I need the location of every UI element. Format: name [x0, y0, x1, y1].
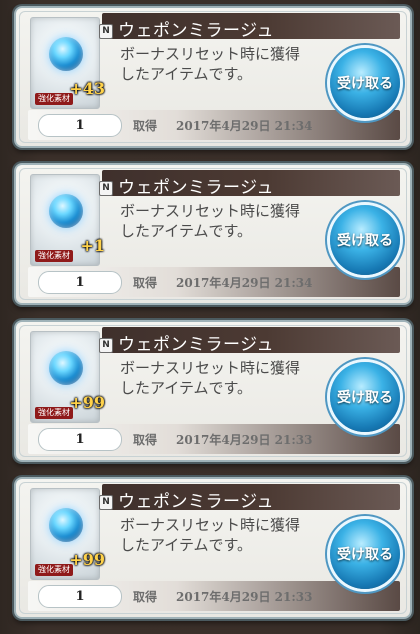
acquired-datetime: 2017年4月29日 21:34 [176, 119, 313, 133]
weapon-mirage-orb-icon [49, 194, 83, 228]
weapon-mirage-orb-icon [49, 351, 83, 385]
receive-button-label: 受け取る [337, 390, 393, 406]
receive-button[interactable]: 受け取る [330, 362, 400, 432]
weapon-mirage-orb-icon [49, 37, 83, 71]
enhance-material-tag: 強化素材 [35, 250, 73, 262]
item-thumbnail: N +1 強化素材 [30, 174, 113, 266]
item-description-line-2: したアイテムです。 [120, 536, 253, 554]
item-count-badge: +43 [69, 79, 105, 98]
acquired-datetime: 2017年4月29日 21:33 [176, 433, 313, 447]
item-thumbnail: N +43 強化素材 [30, 17, 113, 109]
item-thumbnail: N +99 強化素材 [30, 331, 113, 423]
item-count-badge: +99 [69, 393, 105, 412]
receive-button[interactable]: 受け取る [330, 48, 400, 118]
item-description-line-2: したアイテムです。 [120, 222, 253, 240]
item-name: ウェポンミラージュ [118, 178, 274, 198]
item-description: ボーナスリセット時に獲得 したアイテムです。 [120, 358, 330, 398]
rarity-n-icon: N [99, 181, 113, 196]
item-description-line-1: ボーナスリセット時に獲得 [120, 516, 301, 534]
receive-button-label: 受け取る [337, 547, 393, 563]
item-name-bar: ウェポンミラージュ [102, 13, 400, 41]
item-meta-bar: 1 取得 2017年4月29日 21:34 [28, 110, 400, 140]
item-name: ウェポンミラージュ [118, 335, 274, 355]
receive-button-label: 受け取る [337, 76, 393, 92]
item-count-badge: +99 [69, 550, 105, 569]
item-name-bar: ウェポンミラージュ [102, 327, 400, 355]
item-meta-bar: 1 取得 2017年4月29日 21:33 [28, 424, 400, 454]
item-name: ウェポンミラージュ [118, 492, 274, 512]
item-meta-bar: 1 取得 2017年4月29日 21:34 [28, 267, 400, 297]
item-description-line-1: ボーナスリセット時に獲得 [120, 359, 301, 377]
acquired-datetime: 2017年4月29日 21:34 [176, 276, 313, 290]
rarity-n-icon: N [99, 24, 113, 39]
enhance-material-tag: 強化素材 [35, 564, 73, 576]
item-meta-bar: 1 取得 2017年4月29日 21:33 [28, 581, 400, 611]
quantity-display: 1 [38, 114, 122, 137]
present-card: ウェポンミラージュ N +43 強化素材 ボーナスリセット時に獲得 したアイテム… [14, 6, 412, 148]
rarity-n-icon: N [99, 495, 113, 510]
enhance-material-tag: 強化素材 [35, 93, 73, 105]
acquired-label: 取得 [133, 276, 158, 290]
present-card: ウェポンミラージュ N +99 強化素材 ボーナスリセット時に獲得 したアイテム… [14, 320, 412, 462]
item-name-bar: ウェポンミラージュ [102, 484, 400, 512]
item-thumbnail: N +99 強化素材 [30, 488, 113, 580]
rarity-n-icon: N [99, 338, 113, 353]
receive-button[interactable]: 受け取る [330, 519, 400, 589]
item-description: ボーナスリセット時に獲得 したアイテムです。 [120, 201, 330, 241]
enhance-material-tag: 強化素材 [35, 407, 73, 419]
item-description-line-1: ボーナスリセット時に獲得 [120, 45, 301, 63]
present-card: ウェポンミラージュ N +99 強化素材 ボーナスリセット時に獲得 したアイテム… [14, 477, 412, 619]
acquired-label: 取得 [133, 119, 158, 133]
item-description: ボーナスリセット時に獲得 したアイテムです。 [120, 515, 330, 555]
weapon-mirage-orb-icon [49, 508, 83, 542]
item-description: ボーナスリセット時に獲得 したアイテムです。 [120, 44, 330, 84]
item-name: ウェポンミラージュ [118, 21, 274, 41]
acquired-label: 取得 [133, 590, 158, 604]
item-name-bar: ウェポンミラージュ [102, 170, 400, 198]
item-description-line-2: したアイテムです。 [120, 379, 253, 397]
quantity-display: 1 [38, 428, 122, 451]
receive-button[interactable]: 受け取る [330, 205, 400, 275]
acquired-label: 取得 [133, 433, 158, 447]
item-count-badge: +1 [80, 236, 105, 255]
item-description-line-2: したアイテムです。 [120, 65, 253, 83]
quantity-display: 1 [38, 585, 122, 608]
quantity-display: 1 [38, 271, 122, 294]
item-description-line-1: ボーナスリセット時に獲得 [120, 202, 301, 220]
receive-button-label: 受け取る [337, 233, 393, 249]
acquired-datetime: 2017年4月29日 21:33 [176, 590, 313, 604]
present-card: ウェポンミラージュ N +1 強化素材 ボーナスリセット時に獲得 したアイテムで… [14, 163, 412, 305]
present-list: ウェポンミラージュ N +43 強化素材 ボーナスリセット時に獲得 したアイテム… [14, 6, 412, 634]
